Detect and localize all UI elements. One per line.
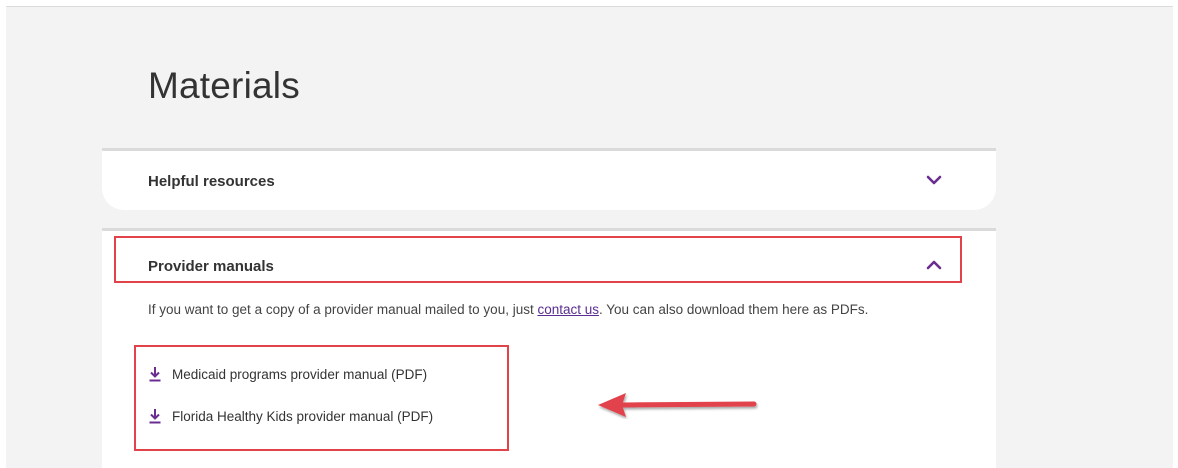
accordion-description: If you want to get a copy of a provider … (148, 299, 958, 321)
annotation-highlight-box (134, 345, 509, 451)
description-text: . You can also download them here as PDF… (599, 302, 869, 317)
page-title: Materials (148, 65, 300, 106)
download-florida-healthy-kids-manual-link[interactable]: Florida Healthy Kids provider manual (PD… (148, 408, 433, 424)
download-icon (149, 409, 161, 424)
download-link-label[interactable]: Medicaid programs provider manual (PDF) (172, 367, 427, 382)
accordion-title[interactable]: Provider manuals (148, 258, 274, 275)
contact-us-link[interactable]: contact us (537, 302, 599, 317)
description-text: If you want to get a copy of a provider … (148, 302, 538, 317)
page-container: Materials Helpful resources Provider man… (6, 6, 1173, 468)
chevron-up-icon[interactable] (926, 257, 942, 273)
download-medicaid-manual-link[interactable]: Medicaid programs provider manual (PDF) (148, 366, 427, 382)
annotation-arrow-icon (598, 393, 757, 417)
accordion-title[interactable]: Helpful resources (148, 173, 275, 190)
chevron-down-icon[interactable] (926, 172, 942, 188)
download-icon (149, 367, 161, 382)
download-link-label[interactable]: Florida Healthy Kids provider manual (PD… (172, 409, 433, 424)
accordion-provider-manuals: Provider manuals If you want to get a co… (102, 228, 996, 468)
accordion-helpful-resources[interactable]: Helpful resources (102, 148, 996, 210)
